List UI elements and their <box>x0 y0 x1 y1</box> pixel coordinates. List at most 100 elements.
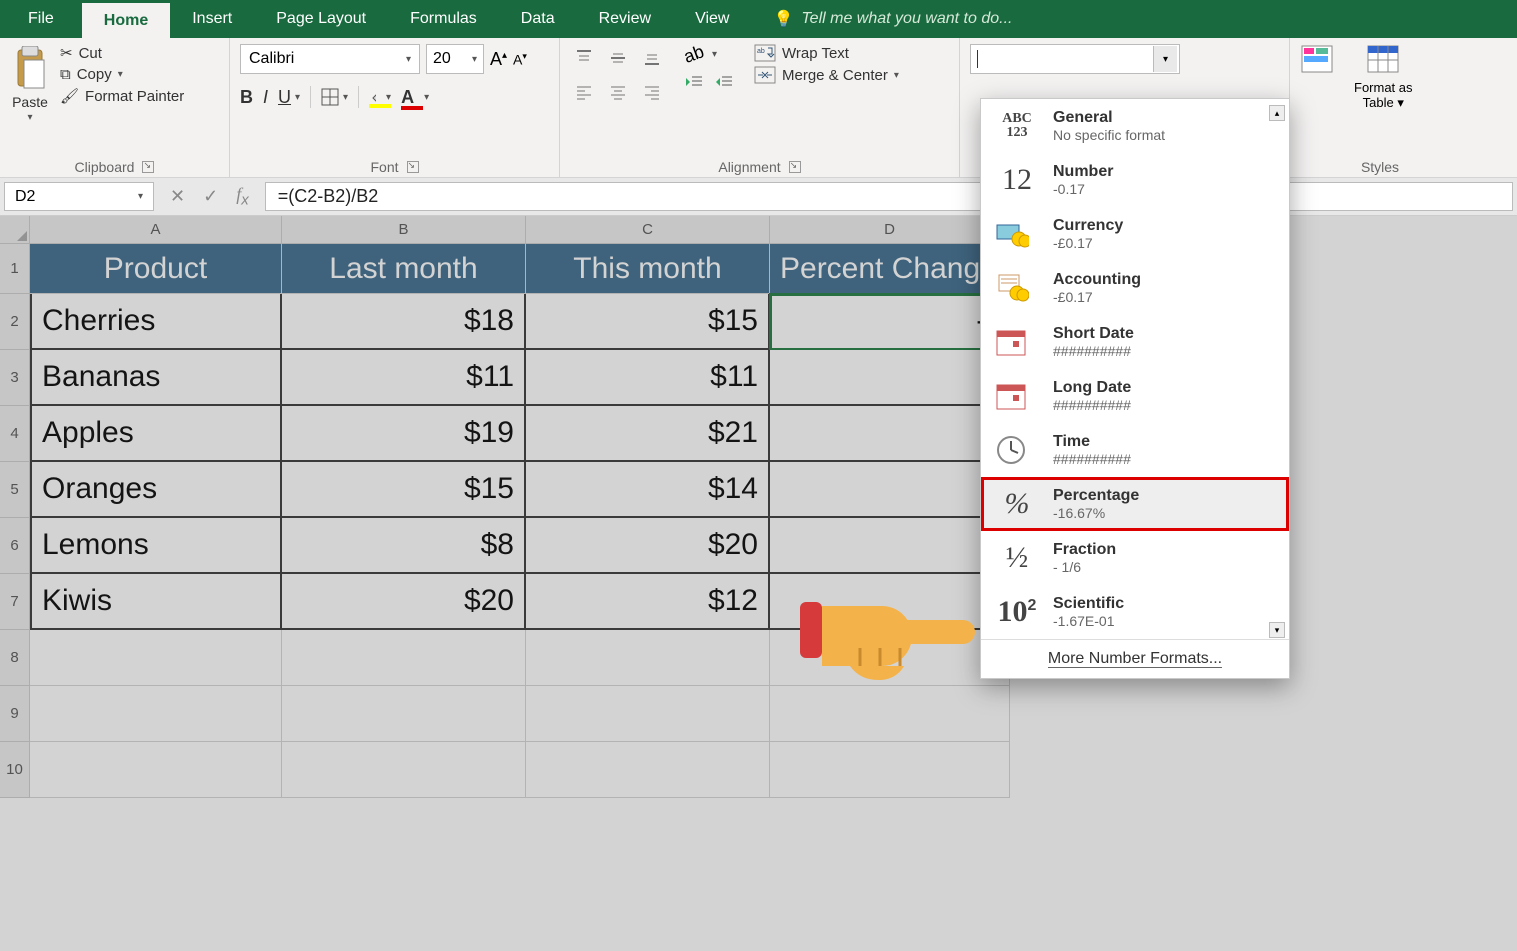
cell-b8[interactable] <box>282 630 526 686</box>
number-format-percentage[interactable]: % Percentage-16.67% <box>981 477 1289 531</box>
cell-a1[interactable]: Product <box>30 244 282 294</box>
number-format-currency[interactable]: Currency-£0.17 <box>981 207 1289 261</box>
align-middle-button[interactable] <box>604 44 632 72</box>
cell-b1[interactable]: Last month <box>282 244 526 294</box>
font-name-chevron-icon[interactable]: ▾ <box>406 54 411 65</box>
italic-button[interactable]: I <box>263 87 268 108</box>
col-header-c[interactable]: C <box>526 216 770 244</box>
align-top-button[interactable] <box>570 44 598 72</box>
cell-c10[interactable] <box>526 742 770 798</box>
tab-insert[interactable]: Insert <box>170 0 254 38</box>
cell-a6[interactable]: Lemons <box>30 518 282 574</box>
cell-a7[interactable]: Kiwis <box>30 574 282 630</box>
cell-c1[interactable]: This month <box>526 244 770 294</box>
cell-d4[interactable] <box>770 406 1010 462</box>
tab-page-layout[interactable]: Page Layout <box>254 0 388 38</box>
cell-d3[interactable] <box>770 350 1010 406</box>
cell-b4[interactable]: $19 <box>282 406 526 462</box>
cell-c8[interactable] <box>526 630 770 686</box>
scroll-up-icon[interactable]: ▴ <box>1269 105 1285 121</box>
cell-d6[interactable] <box>770 518 1010 574</box>
number-format-accounting[interactable]: Accounting-£0.17 <box>981 261 1289 315</box>
cell-b5[interactable]: $15 <box>282 462 526 518</box>
number-format-short-date[interactable]: Short Date########## <box>981 315 1289 369</box>
font-dialog-launcher[interactable] <box>407 161 419 173</box>
cell-c3[interactable]: $11 <box>526 350 770 406</box>
col-header-d[interactable]: D <box>770 216 1010 244</box>
row-header-4[interactable]: 4 <box>0 406 30 462</box>
row-header-8[interactable]: 8 <box>0 630 30 686</box>
number-format-general[interactable]: ABC123 GeneralNo specific format <box>981 99 1289 153</box>
cut-button[interactable]: ✂ Cut <box>60 44 184 62</box>
cell-a8[interactable] <box>30 630 282 686</box>
row-header-2[interactable]: 2 <box>0 294 30 350</box>
cancel-formula-button[interactable]: ✕ <box>170 186 185 207</box>
bold-button[interactable]: B <box>240 87 253 108</box>
number-format-fraction[interactable]: ½ Fraction- 1/6 <box>981 531 1289 585</box>
number-format-scientific[interactable]: 102 Scientific-1.67E-01 <box>981 585 1289 639</box>
enter-formula-button[interactable]: ✓ <box>203 186 218 207</box>
cell-d5[interactable] <box>770 462 1010 518</box>
borders-button[interactable]: ▾ <box>321 88 348 106</box>
cell-c9[interactable] <box>526 686 770 742</box>
merge-center-button[interactable]: Merge & Center ▾ <box>754 66 899 84</box>
increase-font-button[interactable]: A▴ <box>490 49 507 70</box>
format-painter-button[interactable]: 🖌 Format Painter <box>60 87 184 105</box>
underline-button[interactable]: U▾ <box>278 87 300 108</box>
copy-dropdown-icon[interactable]: ▾ <box>118 69 123 80</box>
cell-b9[interactable] <box>282 686 526 742</box>
col-header-a[interactable]: A <box>30 216 282 244</box>
tab-home[interactable]: Home <box>82 0 170 38</box>
font-size-chevron-icon[interactable]: ▾ <box>472 54 477 65</box>
number-format-combo[interactable]: ▾ <box>970 44 1180 74</box>
cell-a10[interactable] <box>30 742 282 798</box>
cell-d2[interactable]: -16. <box>770 294 1010 350</box>
name-box[interactable]: D2 ▾ <box>4 182 154 211</box>
select-all-corner[interactable] <box>0 216 30 244</box>
tab-formulas[interactable]: Formulas <box>388 0 499 38</box>
cell-a9[interactable] <box>30 686 282 742</box>
cell-b2[interactable]: $18 <box>282 294 526 350</box>
fx-icon[interactable]: fx <box>236 184 249 209</box>
wrap-text-button[interactable]: ab Wrap Text <box>754 44 899 62</box>
copy-button[interactable]: ⧉ Copy ▾ <box>60 66 184 83</box>
fill-color-button[interactable]: ▾ <box>369 88 391 106</box>
cell-b10[interactable] <box>282 742 526 798</box>
alignment-dialog-launcher[interactable] <box>789 161 801 173</box>
cell-d9[interactable] <box>770 686 1010 742</box>
row-header-9[interactable]: 9 <box>0 686 30 742</box>
cell-c2[interactable]: $15 <box>526 294 770 350</box>
scroll-down-icon[interactable]: ▾ <box>1269 622 1285 638</box>
cell-d10[interactable] <box>770 742 1010 798</box>
cell-a5[interactable]: Oranges <box>30 462 282 518</box>
row-header-5[interactable]: 5 <box>0 462 30 518</box>
col-header-b[interactable]: B <box>282 216 526 244</box>
paste-button[interactable]: Paste ▾ <box>10 44 50 123</box>
number-format-chevron-icon[interactable]: ▾ <box>1153 46 1177 72</box>
clipboard-dialog-launcher[interactable] <box>142 161 154 173</box>
align-bottom-button[interactable] <box>638 44 666 72</box>
font-size-combo[interactable]: 20 ▾ <box>426 44 484 74</box>
dropdown-scrollbar[interactable]: ▴ ▾ <box>1268 105 1286 638</box>
number-format-time[interactable]: Time########## <box>981 423 1289 477</box>
number-format-long-date[interactable]: Long Date########## <box>981 369 1289 423</box>
tab-view[interactable]: View <box>673 0 751 38</box>
orientation-button[interactable]: ab <box>681 41 707 68</box>
align-left-button[interactable] <box>570 78 598 106</box>
row-header-1[interactable]: 1 <box>0 244 30 294</box>
tab-review[interactable]: Review <box>577 0 673 38</box>
name-box-chevron-icon[interactable]: ▾ <box>138 191 143 202</box>
align-right-button[interactable] <box>638 78 666 106</box>
cell-a2[interactable]: Cherries <box>30 294 282 350</box>
tab-file[interactable]: File <box>0 0 82 38</box>
row-header-7[interactable]: 7 <box>0 574 30 630</box>
tell-me-search[interactable]: 💡 Tell me what you want to do... <box>751 0 1034 38</box>
row-header-3[interactable]: 3 <box>0 350 30 406</box>
font-name-combo[interactable]: Calibri ▾ <box>240 44 420 74</box>
increase-indent-button[interactable] <box>714 73 734 91</box>
row-header-6[interactable]: 6 <box>0 518 30 574</box>
cell-c7[interactable]: $12 <box>526 574 770 630</box>
cell-d1[interactable]: Percent Change <box>770 244 1010 294</box>
conditional-formatting-button[interactable] <box>1300 44 1334 74</box>
tab-data[interactable]: Data <box>499 0 577 38</box>
